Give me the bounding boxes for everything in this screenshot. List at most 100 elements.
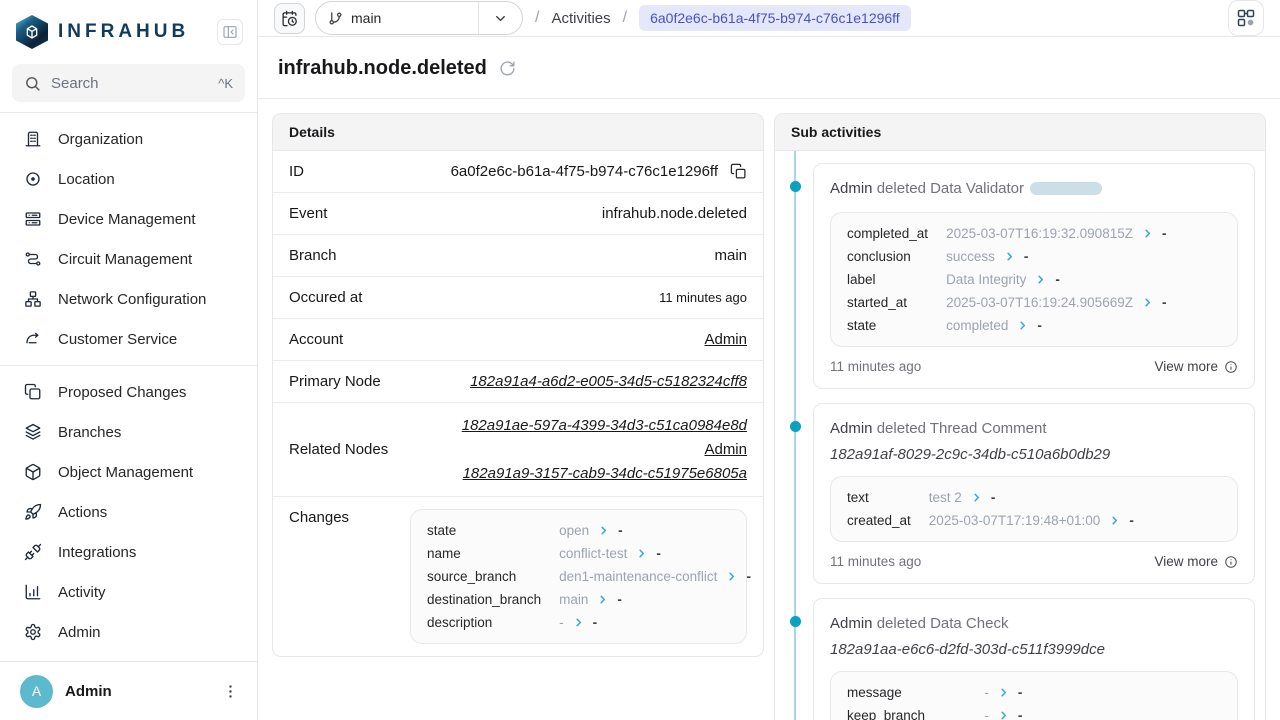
logo-row: INFRAHUB [0, 0, 257, 62]
page-title: infrahub.node.deleted [278, 57, 487, 80]
chevron-right-icon [597, 594, 608, 605]
account-link[interactable]: Admin [704, 331, 747, 348]
branch-selector-value: main [316, 2, 478, 34]
sidebar-item-activity[interactable]: Activity [0, 572, 257, 612]
change-old-value: Data Integrity [946, 272, 1026, 287]
details-row-label: Branch [289, 247, 337, 264]
change-old-value: 2025-03-07T16:19:24.905669Z [946, 295, 1133, 310]
change-value: -- [984, 708, 1221, 720]
sub-activities-title: Sub activities [775, 114, 1265, 151]
route-icon [24, 250, 42, 268]
details-row-label: Event [289, 205, 327, 222]
view-more-label: View more [1154, 554, 1218, 569]
search-placeholder: Search [51, 75, 208, 92]
chevron-down-icon [493, 11, 508, 26]
view-more-button[interactable]: View more [1154, 359, 1238, 374]
search-input[interactable]: Search ^K [12, 64, 245, 102]
details-row: Occured at11 minutes ago [273, 276, 763, 318]
rocket-icon [24, 503, 42, 521]
change-value: Data Integrity - [946, 272, 1221, 287]
node-link[interactable]: 182a91ae-597a-4399-34d3-c51ca0984e8d [462, 415, 747, 436]
chevron-right-icon [636, 548, 647, 559]
change-key: state [847, 318, 928, 333]
infrahub-logo-icon [16, 15, 48, 49]
schema-workflow-icon[interactable] [1228, 0, 1264, 36]
node-link[interactable]: 182a91a9-3157-cab9-34dc-c51975e6805a [463, 463, 747, 484]
customer-service-icon [24, 330, 42, 348]
change-new-value: - [746, 569, 751, 584]
activity-action: deleted Thread Comment [877, 420, 1047, 437]
sidebar-item-circuit-management[interactable]: Circuit Management [0, 239, 257, 279]
breadcrumb-activity-id[interactable]: 6a0f2e6c-b61a-4f75-b974-c76c1e1296ff [639, 5, 911, 31]
sidebar-item-label: Integrations [58, 544, 136, 561]
branch-selector[interactable]: main [315, 1, 523, 35]
chevron-right-icon [998, 687, 1009, 698]
activity-node-id: 182a91af-8029-2c9c-34db-c510a6b0db29 [830, 446, 1238, 463]
sidebar-item-label: Actions [58, 504, 107, 521]
change-old-value: completed [946, 318, 1008, 333]
breadcrumb-activities-link[interactable]: Activities [551, 10, 610, 27]
change-key: started_at [847, 295, 928, 310]
copy-icon[interactable] [730, 163, 747, 180]
change-new-value: - [1055, 272, 1060, 287]
id-value: 6a0f2e6c-b61a-4f75-b974-c76c1e1296ff [451, 163, 718, 180]
change-value: -- [984, 685, 1221, 700]
user-menu-kebab-icon[interactable] [217, 678, 243, 704]
network-icon [24, 290, 42, 308]
change-new-value: - [1018, 685, 1023, 700]
main-area: main / Activities / 6a0f2e6c-b61a-4f75-b… [258, 0, 1280, 720]
sidebar-item-actions[interactable]: Actions [0, 492, 257, 532]
activity-timestamp: 11 minutes ago [830, 554, 921, 569]
sidebar-item-label: Organization [58, 131, 143, 148]
chevron-right-icon [726, 571, 737, 582]
chevron-right-icon [1142, 228, 1153, 239]
sub-activity-card: Admin deleted Data Check182a91aa-e6c6-d2… [813, 598, 1255, 720]
account-link[interactable]: Admin [704, 439, 747, 460]
change-new-value: - [1162, 226, 1167, 241]
change-new-value: - [1162, 295, 1167, 310]
chevron-right-icon [971, 492, 982, 503]
page-header: infrahub.node.deleted [258, 37, 1280, 99]
sidebar-item-branches[interactable]: Branches [0, 412, 257, 452]
sidebar-item-device-management[interactable]: Device Management [0, 199, 257, 239]
sidebar-item-object-management[interactable]: Object Management [0, 452, 257, 492]
change-key: source_branch [427, 569, 541, 584]
activity-timestamp: 11 minutes ago [830, 359, 921, 374]
chevron-right-icon [998, 710, 1009, 720]
change-key: name [427, 546, 541, 561]
view-more-button[interactable]: View more [1154, 554, 1238, 569]
sub-activity-title: Admin deleted Thread Comment [830, 418, 1238, 439]
change-key: message [847, 685, 966, 700]
branch-dropdown-toggle[interactable] [478, 2, 522, 34]
app-window: INFRAHUB Search ^K Organization Location D… [0, 0, 1280, 720]
sidebar-item-label: Location [58, 171, 115, 188]
calendar-clock-icon[interactable] [274, 3, 305, 34]
related-nodes-list: 182a91ae-597a-4399-34d3-c51ca0984e8d Admi… [462, 415, 747, 484]
sidebar-item-customer-service[interactable]: Customer Service [0, 319, 257, 359]
change-key: keep_branch [847, 708, 966, 720]
user-row: A Admin [0, 661, 257, 720]
refresh-icon[interactable] [499, 60, 516, 77]
activity-actor: Admin [830, 180, 873, 197]
activity-actor: Admin [830, 420, 873, 437]
sub-activity-title: Admin deleted Data Validator [830, 178, 1238, 199]
details-row: Eventinfrahub.node.deleted [273, 192, 763, 234]
sidebar-item-admin[interactable]: Admin [0, 612, 257, 652]
content-panels: Details ID6a0f2e6c-b61a-4f75-b974-c76c1e… [258, 99, 1280, 720]
layers-icon [24, 423, 42, 441]
sidebar-item-organization[interactable]: Organization [0, 119, 257, 159]
change-value: conflict-test- [559, 546, 730, 561]
sidebar-item-location[interactable]: Location [0, 159, 257, 199]
change-old-value: main [559, 592, 588, 607]
timeline-dot [790, 616, 801, 627]
sidebar-item-integrations[interactable]: Integrations [0, 532, 257, 572]
sidebar-collapse-icon[interactable] [217, 19, 243, 45]
node-link[interactable]: 182a91a4-a6d2-e005-34d5-c5182324cff8 [470, 373, 747, 390]
avatar: A [20, 675, 53, 708]
sidebar-item-network-configuration[interactable]: Network Configuration [0, 279, 257, 319]
sidebar-item-proposed-changes[interactable]: Proposed Changes [0, 372, 257, 412]
details-row: Changesstateopen-nameconflict-test-sourc… [273, 496, 763, 656]
diff-icon [24, 383, 42, 401]
sidebar-item-label: Object Management [58, 464, 193, 481]
sub-activity-card: Admin deleted Data Validatorcompleted_at… [813, 163, 1255, 389]
